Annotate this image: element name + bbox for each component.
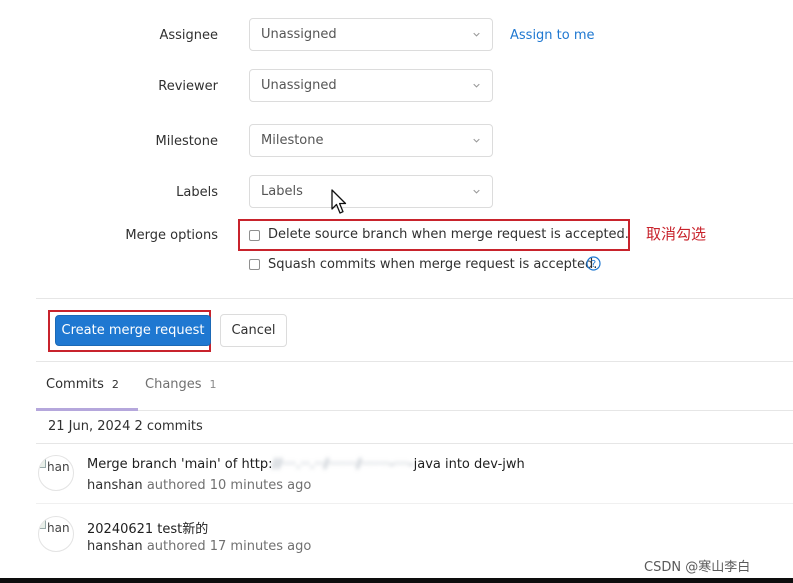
commit-group-count: 2 commits (134, 419, 203, 434)
merge-options-label: Merge options (125, 228, 218, 243)
commit-meta: hanshan authored 17 minutes ago (87, 539, 311, 554)
tabs-top-divider (36, 361, 793, 362)
broken-image-icon (39, 520, 46, 529)
svg-text:?: ? (591, 259, 596, 270)
assignee-value: Unassigned (261, 27, 337, 42)
chevron-down-icon (473, 138, 480, 143)
question-circle-icon[interactable]: ? (586, 256, 601, 271)
commit-group-date: 21 Jun, 2024 (48, 419, 131, 434)
tab-commits[interactable]: Commits 2 (46, 377, 119, 392)
tab-commits-label: Commits (46, 377, 104, 392)
commit-meta: hanshan authored 10 minutes ago (87, 478, 311, 493)
milestone-dropdown[interactable]: Milestone (249, 124, 493, 157)
screen-bottom-edge (0, 578, 793, 583)
chevron-down-icon (473, 32, 480, 37)
delete-source-branch-checkbox[interactable] (249, 230, 260, 241)
squash-commits-label[interactable]: Squash commits when merge request is acc… (268, 257, 597, 272)
tab-changes-label: Changes (145, 377, 202, 392)
assign-to-me-link[interactable]: Assign to me (510, 28, 595, 43)
labels-label: Labels (176, 185, 218, 200)
assignee-dropdown[interactable]: Unassigned (249, 18, 493, 51)
commit-title-prefix: 20240621 test新的 (87, 522, 209, 537)
squash-commits-checkbox[interactable] (249, 259, 260, 270)
reviewer-value: Unassigned (261, 78, 337, 93)
chevron-down-icon (473, 83, 480, 88)
chevron-down-icon (473, 189, 480, 194)
commit-author[interactable]: hanshan (87, 478, 143, 493)
commit-group-divider (36, 443, 793, 444)
broken-image-icon (39, 459, 46, 468)
tab-commits-count: 2 (111, 378, 119, 391)
reviewer-dropdown[interactable]: Unassigned (249, 69, 493, 102)
cancel-button[interactable]: Cancel (220, 314, 287, 347)
avatar[interactable]: han (38, 516, 74, 552)
create-merge-request-button[interactable]: Create merge request (55, 315, 211, 346)
avatar-alt-text: han (47, 460, 70, 474)
tab-changes-count: 1 (209, 378, 217, 391)
delete-source-branch-label[interactable]: Delete source branch when merge request … (268, 227, 629, 242)
milestone-label: Milestone (155, 134, 219, 149)
avatar[interactable]: han (38, 455, 74, 491)
labels-value: Labels (261, 184, 303, 199)
commit-title-prefix: Merge branch 'main' of http: (87, 457, 273, 472)
commit-title[interactable]: 20240621 test新的 (87, 518, 208, 537)
labels-dropdown[interactable]: Labels (249, 175, 493, 208)
commit-title-suffix: java into dev-jwh (413, 457, 525, 472)
avatar-alt-text: han (47, 521, 70, 535)
form-divider (36, 298, 793, 299)
commit-group-header: 21 Jun, 2024 2 commits (48, 419, 203, 434)
tab-changes[interactable]: Changes 1 (145, 377, 217, 392)
commit-time: authored 10 minutes ago (146, 478, 312, 493)
commit-time: authored 17 minutes ago (146, 539, 312, 554)
watermark: CSDN @寒山李白 (644, 560, 751, 575)
commit-author[interactable]: hanshan (87, 539, 143, 554)
reviewer-label: Reviewer (158, 79, 218, 94)
milestone-value: Milestone (261, 133, 324, 148)
active-tab-underline (36, 408, 138, 411)
commit-divider (36, 503, 793, 504)
mouse-cursor-icon (331, 189, 347, 214)
commit-title-obscured: //···.··.··/······/······-···- (272, 457, 414, 472)
tabs-bottom-divider (36, 410, 793, 411)
assignee-label: Assignee (159, 28, 218, 43)
commit-title[interactable]: Merge branch 'main' of http://···.··.··/… (87, 457, 525, 472)
annotation-note: 取消勾选 (646, 225, 707, 243)
